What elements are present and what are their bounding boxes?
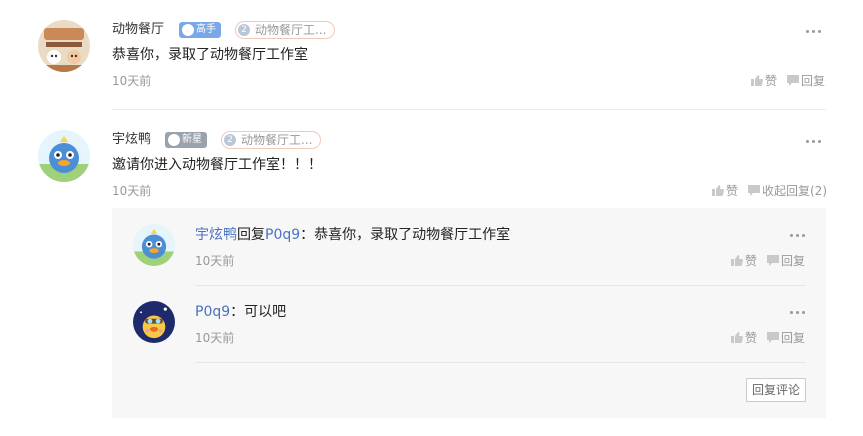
thumb-up-icon <box>731 255 743 266</box>
like-button[interactable]: 赞 <box>751 73 777 89</box>
thumb-up-icon <box>731 332 743 343</box>
comment-item: 宇炫鸭 新星 2 动物餐厅工... 邀请你进入动物餐厅工作室！！！ 10天前 赞… <box>0 110 863 210</box>
like-button[interactable]: 赞 <box>731 253 757 269</box>
like-label: 赞 <box>765 74 778 88</box>
chick-avatar-image <box>133 301 175 343</box>
like-label: 赞 <box>726 184 739 198</box>
duck-avatar-image <box>133 224 175 266</box>
reply-button[interactable]: 回复 <box>767 253 805 269</box>
reply-content: ：恭喜你，录取了动物餐厅工作室 <box>300 227 511 243</box>
speech-bubble-icon <box>767 332 779 343</box>
comment-text: 恭喜你，录取了动物餐厅工作室 <box>112 47 308 63</box>
timestamp: 10天前 <box>112 184 152 198</box>
level-badge: 新星 <box>165 132 207 148</box>
reply-label: 回复 <box>781 331 806 345</box>
reply-username[interactable]: 宇炫鸭 <box>195 227 237 243</box>
reply-target[interactable]: P0q9 <box>265 227 300 243</box>
medal-badge[interactable]: 2 动物餐厅工... <box>221 131 322 149</box>
more-dots-icon[interactable] <box>806 28 822 34</box>
speech-bubble-icon <box>767 255 779 266</box>
restaurant-avatar-image <box>38 20 90 72</box>
more-dots-icon[interactable] <box>790 232 806 238</box>
avatar[interactable] <box>38 20 90 72</box>
like-button[interactable]: 赞 <box>731 330 757 346</box>
star-icon <box>168 134 180 146</box>
medal-level: 2 <box>224 134 236 146</box>
avatar[interactable] <box>133 301 175 343</box>
medal-badge[interactable]: 2 动物餐厅工... <box>235 21 336 39</box>
reply-button[interactable]: 回复 <box>767 330 805 346</box>
medal-level: 2 <box>238 24 250 36</box>
username[interactable]: 动物餐厅 <box>112 21 164 39</box>
reply-username[interactable]: P0q9 <box>195 304 230 320</box>
medal-label: 动物餐厅工... <box>255 23 327 37</box>
avatar[interactable] <box>133 224 175 266</box>
reply-label: 回复 <box>781 254 806 268</box>
more-dots-icon[interactable] <box>806 138 822 144</box>
badge-label: 高手 <box>196 24 216 35</box>
reply-button[interactable]: 回复 <box>787 73 825 89</box>
username[interactable]: 宇炫鸭 <box>112 131 151 149</box>
reply-content: ：可以吧 <box>230 304 287 320</box>
speech-bubble-icon <box>787 75 799 86</box>
level-badge: 高手 <box>179 22 221 38</box>
more-dots-icon[interactable] <box>790 309 806 315</box>
reply-comment-button[interactable]: 回复评论 <box>746 378 806 402</box>
badge-label: 新星 <box>182 134 202 145</box>
timestamp: 10天前 <box>112 74 152 88</box>
thumb-up-icon <box>751 75 763 86</box>
shield-icon <box>182 24 194 36</box>
collapse-replies-button[interactable]: 收起回复(2) <box>748 183 827 199</box>
like-label: 赞 <box>745 254 758 268</box>
reply-word: 回复 <box>237 227 265 243</box>
divider <box>195 285 806 286</box>
avatar[interactable] <box>38 130 90 182</box>
timestamp: 10天前 <box>195 254 235 268</box>
duck-avatar-image <box>38 130 90 182</box>
timestamp: 10天前 <box>195 331 235 345</box>
reply-label: 回复 <box>801 74 826 88</box>
like-label: 赞 <box>745 331 758 345</box>
comment-item: 动物餐厅 高手 2 动物餐厅工... 恭喜你，录取了动物餐厅工作室 10天前 赞… <box>0 0 863 110</box>
comment-text: 邀请你进入动物餐厅工作室！！！ <box>112 157 322 173</box>
speech-bubble-icon <box>748 185 760 196</box>
like-button[interactable]: 赞 <box>712 183 738 199</box>
reply-text: P0q9：可以吧 <box>195 302 286 322</box>
reply-text: 宇炫鸭回复P0q9：恭喜你，录取了动物餐厅工作室 <box>195 225 510 245</box>
divider <box>195 362 806 363</box>
thumb-up-icon <box>712 185 724 196</box>
medal-label: 动物餐厅工... <box>241 133 313 147</box>
collapse-replies-label: 收起回复(2) <box>762 184 827 198</box>
